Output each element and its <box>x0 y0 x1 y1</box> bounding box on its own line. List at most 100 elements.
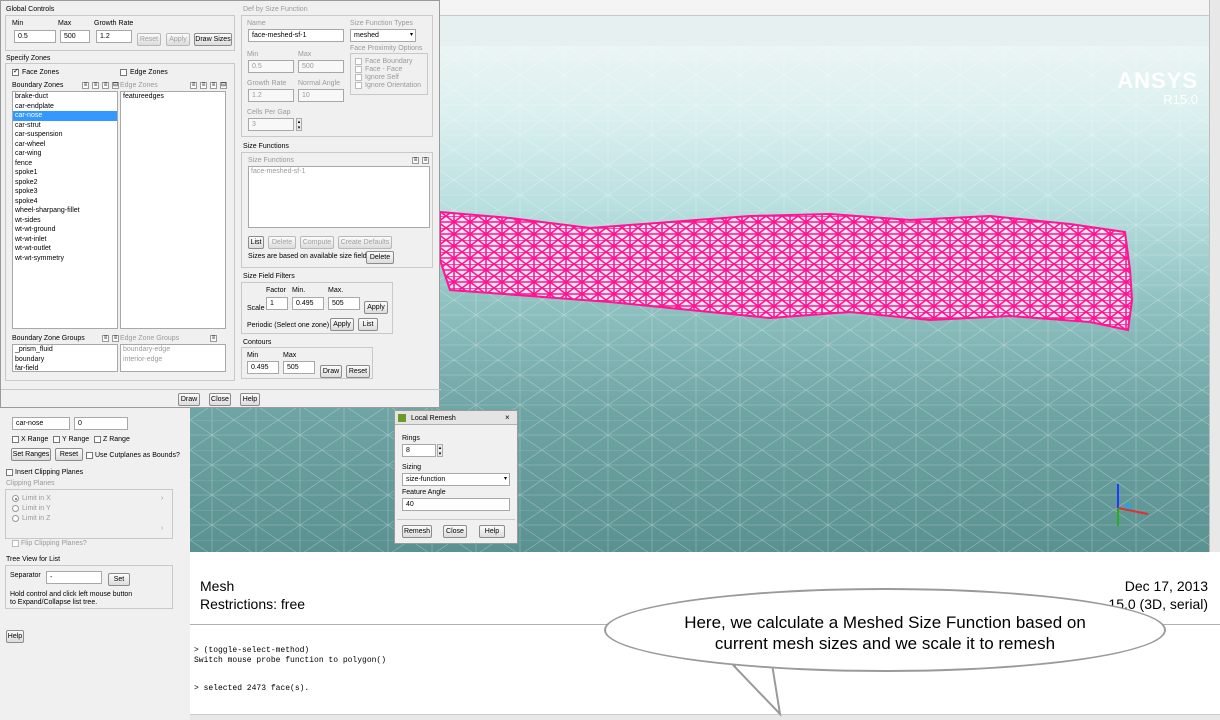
sizing-dropdown[interactable]: size-function ▾ <box>402 473 510 486</box>
gc-max-field[interactable]: 500 <box>60 30 90 43</box>
console-scrollbar[interactable] <box>190 714 1220 720</box>
gc-min-field[interactable]: 0.5 <box>14 30 56 43</box>
contours-max-field[interactable]: 505 <box>283 361 315 374</box>
viewport-scrollbar[interactable] <box>1209 0 1220 552</box>
list-item[interactable]: far-field <box>13 364 117 371</box>
insert-clipping-checkbox[interactable] <box>6 469 13 476</box>
list-item[interactable]: _prism_fluid <box>13 345 117 355</box>
edge-groups-select-icon[interactable]: ≡ <box>210 335 217 342</box>
limit-z-radio[interactable] <box>12 515 19 522</box>
list-item[interactable]: wheel-sharpang-fillet <box>13 206 117 216</box>
x-range-checkbox[interactable] <box>12 436 19 443</box>
dialog-help-button[interactable]: Help <box>240 393 260 406</box>
list-item[interactable]: wt-sides <box>13 216 117 226</box>
sf-list-button[interactable]: List <box>248 236 264 249</box>
boundary-zone-groups-list[interactable]: _prism_fluid boundary far-field <box>12 344 118 372</box>
edge-zones-checkbox[interactable] <box>120 69 127 76</box>
scale-apply-button[interactable]: Apply <box>364 301 388 314</box>
cells-per-gap-spinner[interactable]: ▴ ▾ <box>296 118 302 131</box>
contours-reset-button[interactable]: Reset <box>346 365 370 378</box>
periodic-list-button[interactable]: List <box>358 318 378 331</box>
dialog-close-button[interactable]: Close <box>209 393 231 406</box>
sf-list-select-icon[interactable]: ≡ <box>412 157 419 164</box>
list-item[interactable]: boundary <box>13 355 117 365</box>
feature-angle-field[interactable]: 40 <box>402 498 510 511</box>
draw-sizes-button[interactable]: Draw Sizes <box>194 33 232 46</box>
zone-field[interactable]: car-nose <box>12 417 70 430</box>
list-item[interactable]: brake-duct <box>13 92 117 102</box>
ignore-self-checkbox[interactable] <box>355 74 362 81</box>
remesh-close-button[interactable]: Close <box>443 525 467 538</box>
sf-name-field[interactable]: face-meshed-sf-1 <box>248 29 344 42</box>
z-range-checkbox[interactable] <box>94 436 101 443</box>
edge-list-match-icon[interactable]: ≡ <box>210 82 217 89</box>
set-ranges-button[interactable]: Set Ranges <box>11 448 51 461</box>
list-item[interactable]: car-suspension <box>13 130 117 140</box>
close-icon[interactable]: × <box>505 413 510 422</box>
edge-list-deselect-icon[interactable]: ≡ <box>200 82 207 89</box>
gc-growth-field[interactable]: 1.2 <box>96 30 132 43</box>
ignore-orientation-checkbox[interactable] <box>355 82 362 89</box>
face-face-checkbox[interactable] <box>355 66 362 73</box>
remesh-button[interactable]: Remesh <box>402 525 432 538</box>
list-item[interactable]: wt-wt-symmetry <box>13 254 117 264</box>
edge-list-select-icon[interactable]: ≡ <box>190 82 197 89</box>
edge-zone-groups-list[interactable]: boundary-edge interior-edge <box>120 344 226 372</box>
flip-clipping-checkbox[interactable] <box>12 540 19 547</box>
groups-deselect-icon[interactable]: ≡ <box>112 335 119 342</box>
y-range-checkbox[interactable] <box>53 436 60 443</box>
size-field-delete-button[interactable]: Delete <box>366 251 394 264</box>
face-zones-checkbox[interactable] <box>12 67 19 76</box>
gc-apply-button[interactable]: Apply <box>166 33 190 46</box>
remesh-help-button[interactable]: Help <box>479 525 505 538</box>
list-item[interactable]: wt-wt-outlet <box>13 244 117 254</box>
reset-ranges-button[interactable]: Reset <box>55 448 83 461</box>
boundary-zones-list[interactable]: brake-duct car-endplate car-nose car-str… <box>12 91 118 329</box>
list-item[interactable]: featureedges <box>121 92 225 102</box>
list-select-all-icon[interactable]: ≡ <box>82 82 89 89</box>
edge-list-filter-icon[interactable]: ⊟ <box>220 82 227 89</box>
list-filter-icon[interactable]: ⊟ <box>112 82 119 89</box>
list-item[interactable]: spoke4 <box>13 197 117 207</box>
edge-zones-list[interactable]: featureedges <box>120 91 226 329</box>
list-deselect-icon[interactable]: ≡ <box>92 82 99 89</box>
help-button[interactable]: Help <box>6 630 24 643</box>
zone-value-field[interactable]: 0 <box>74 417 128 430</box>
list-item[interactable]: car-strut <box>13 121 117 131</box>
use-cutplanes-checkbox[interactable] <box>86 452 93 459</box>
groups-select-icon[interactable]: ≡ <box>102 335 109 342</box>
dialog-draw-button[interactable]: Draw <box>178 393 200 406</box>
face-boundary-checkbox[interactable] <box>355 58 362 65</box>
list-item[interactable]: car-wing <box>13 149 117 159</box>
list-item[interactable]: car-endplate <box>13 102 117 112</box>
size-functions-list[interactable]: face-meshed-sf-1 <box>248 166 430 228</box>
filter-max-field[interactable]: 505 <box>328 297 360 310</box>
gc-reset-button[interactable]: Reset <box>137 33 161 46</box>
list-match-icon[interactable]: ≡ <box>102 82 109 89</box>
filter-min-field[interactable]: 0.495 <box>292 297 324 310</box>
sf-max-field[interactable]: 500 <box>298 60 344 73</box>
list-item[interactable]: spoke2 <box>13 178 117 188</box>
list-item[interactable]: face-meshed-sf-1 <box>249 167 429 177</box>
sf-growth-field[interactable]: 1.2 <box>248 89 294 102</box>
set-separator-button[interactable]: Set <box>108 573 130 586</box>
scale-factor-field[interactable]: 1 <box>266 297 288 310</box>
contours-min-field[interactable]: 0.495 <box>247 361 279 374</box>
create-defaults-button[interactable]: Create Defaults <box>338 236 392 249</box>
local-remesh-titlebar[interactable]: Local Remesh × <box>395 411 517 425</box>
sf-normal-angle-field[interactable]: 10 <box>298 89 344 102</box>
rings-spinner[interactable]: ▴ ▾ <box>437 444 443 457</box>
sf-delete-button[interactable]: Delete <box>268 236 296 249</box>
slider-arrow-icon[interactable]: › <box>161 495 163 502</box>
contours-draw-button[interactable]: Draw <box>320 365 342 378</box>
limit-x-radio[interactable] <box>12 495 19 502</box>
separator-field[interactable]: - <box>46 571 102 584</box>
rings-field[interactable]: 8 <box>402 444 436 457</box>
periodic-apply-button[interactable]: Apply <box>330 318 354 331</box>
list-item[interactable]: car-nose <box>13 111 117 121</box>
sf-list-deselect-icon[interactable]: ≡ <box>422 157 429 164</box>
slider-arrow-icon[interactable]: › <box>161 525 163 532</box>
list-item[interactable]: car-wheel <box>13 140 117 150</box>
list-item[interactable]: fence <box>13 159 117 169</box>
cells-per-gap-field[interactable]: 3 <box>248 118 294 131</box>
